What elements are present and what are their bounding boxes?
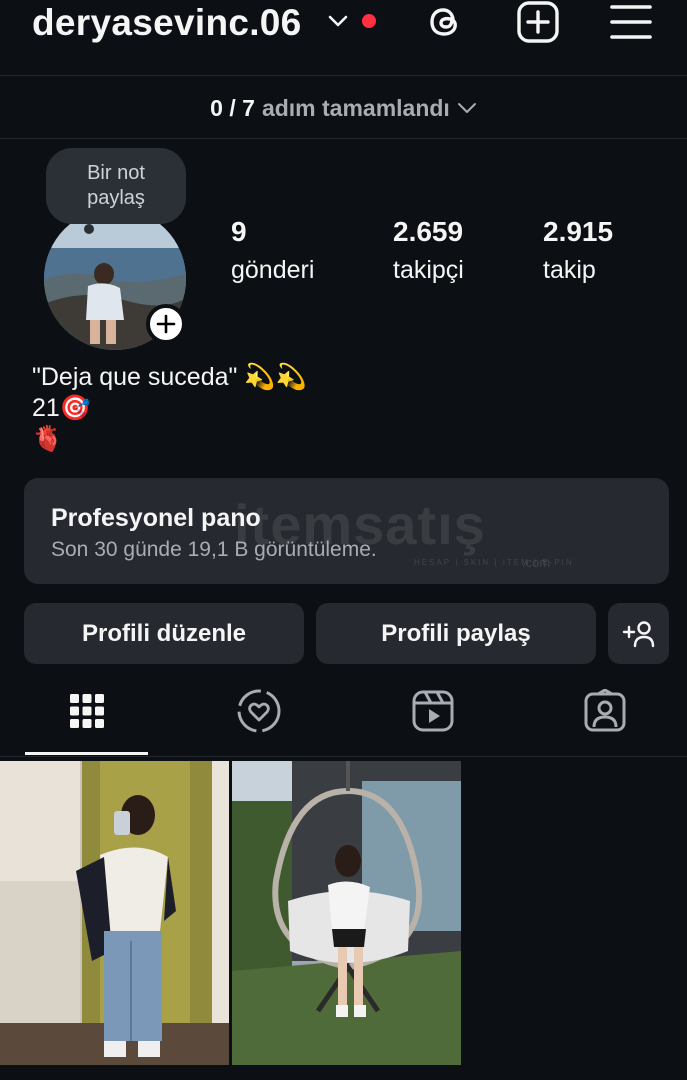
add-person-icon [622,620,654,647]
grid-icon [70,694,104,728]
edit-profile-button[interactable]: Profili düzenle [24,603,304,664]
profile-header: deryasevinc.06 [0,0,687,76]
tab-posts-grid[interactable] [64,688,110,734]
professional-dashboard[interactable]: itemsatış HESAP | SKIN | ITEM | E-PIN .c… [24,478,669,584]
share-profile-button[interactable]: Profili paylaş [316,603,596,664]
following-stat[interactable]: 2.915 takip [543,216,613,285]
divider [0,138,687,139]
note-text-line2: paylaş [87,187,145,209]
bio-line-1: "Deja que suceda" 💫💫 [32,363,307,391]
post-thumbnail[interactable] [0,761,229,1065]
add-story-button[interactable] [146,304,186,344]
steps-count: 0 / 7 [210,94,255,121]
followers-label: takipçi [393,256,464,284]
plus-icon [156,314,176,334]
profile-page: deryasevinc.06 0 / 7 adım tamamlandı Bir… [0,0,687,1080]
divider [0,75,687,76]
dashboard-subtitle: Son 30 günde 19,1 B görüntüleme. [51,538,377,561]
followers-count: 2.659 [393,216,464,247]
posts-count: 9 [231,216,247,247]
following-label: takip [543,256,596,284]
tagged-person-icon [584,689,626,732]
post-thumbnail[interactable] [232,761,461,1065]
tab-reposts[interactable] [236,688,282,734]
note-bubble[interactable]: Bir not paylaş [46,148,186,224]
bio-line-3: 🫀 [32,425,64,453]
reels-icon [412,690,454,732]
notification-dot [362,14,376,28]
posts-stat[interactable]: 9 gönderi [231,216,314,285]
tagged-heart-icon [237,689,281,733]
bio: "Deja que suceda" 💫💫 21🎯 🫀 [32,362,307,455]
setup-steps[interactable]: 0 / 7 adım tamamlandı [0,88,687,128]
followers-stat[interactable]: 2.659 takipçi [393,216,464,285]
following-count: 2.915 [543,216,614,247]
username[interactable]: deryasevinc.06 [32,2,302,44]
dashboard-title: Profesyonel pano [51,504,261,532]
add-post-icon[interactable] [516,0,560,44]
tab-tagged[interactable] [582,688,628,734]
note-text-line1: Bir not [87,162,145,184]
posts-label: gönderi [231,256,315,284]
chevron-down-icon[interactable] [328,12,348,30]
menu-icon[interactable] [609,0,653,44]
watermark-domain: .com [522,555,551,570]
steps-label: adım tamamlandı [261,94,450,121]
discover-people-button[interactable] [608,603,669,664]
note-tail [84,224,94,234]
chevron-down-icon [457,103,476,113]
tab-reels[interactable] [410,688,456,734]
bio-line-2: 21🎯 [32,394,91,422]
divider [0,756,687,757]
active-tab-indicator [25,752,148,755]
threads-icon[interactable] [423,0,467,44]
